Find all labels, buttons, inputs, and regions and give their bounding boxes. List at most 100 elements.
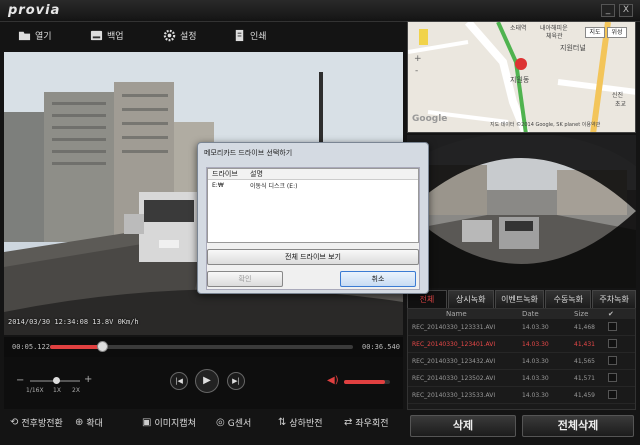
- table-row[interactable]: REC_20140330_123502.AVI 14.03.30 41,571: [408, 370, 635, 387]
- google-logo: Google: [412, 114, 448, 124]
- flip-label: 상하반전: [289, 419, 323, 429]
- rear-camera-image: [407, 135, 636, 288]
- zoom-icon: ⊕: [75, 417, 84, 428]
- drive-list: 드라이브 설명 E:₩ 이동식 디스크 (E:): [207, 168, 419, 243]
- video-timestamp: 2014/03/30 12:34:08 13.8V 0Km/h: [8, 318, 139, 326]
- capture-label: 이미지캡쳐: [154, 419, 196, 429]
- file-name: REC_20140330_123502.AVI: [412, 374, 496, 382]
- map-label: 체육관: [546, 33, 563, 40]
- col-description[interactable]: 설명: [250, 169, 263, 179]
- table-row[interactable]: REC_20140330_123432.AVI 14.03.30 41,565: [408, 353, 635, 370]
- prev-button[interactable]: |◀: [170, 372, 188, 390]
- zoom-button[interactable]: ⊕ 확대: [75, 416, 103, 429]
- rear-front-label: 전후방전환: [21, 419, 63, 429]
- col-size[interactable]: Size: [558, 310, 608, 318]
- row-checkbox[interactable]: [608, 389, 617, 399]
- backup-label: 백업: [107, 32, 124, 42]
- map-label: 초교: [615, 101, 627, 108]
- drive-row[interactable]: E:₩ 이동식 디스크 (E:): [208, 180, 418, 191]
- col-date[interactable]: Date: [508, 310, 558, 318]
- row-checkbox[interactable]: [608, 372, 617, 382]
- dialog-title: 메모리카드 드라이브 선택하기: [204, 149, 293, 157]
- zoom-label: 확대: [86, 419, 103, 429]
- seek-progress: [50, 345, 102, 349]
- settings-button[interactable]: 설정: [163, 29, 197, 42]
- volume-icon[interactable]: ◀): [327, 375, 339, 386]
- next-button[interactable]: ▶|: [227, 372, 245, 390]
- volume-level: [344, 380, 386, 384]
- file-size: 41,431: [574, 340, 595, 348]
- print-button[interactable]: 인쇄: [233, 29, 267, 42]
- toolbar: [0, 22, 405, 50]
- drive-list-header: 드라이브 설명: [208, 169, 418, 180]
- file-name: REC_20140330_123331.AVI: [412, 323, 496, 331]
- print-icon: [235, 29, 244, 42]
- cancel-button[interactable]: 취소: [340, 271, 416, 287]
- row-checkbox[interactable]: [608, 338, 617, 348]
- horizontal-flip-button[interactable]: ⇄ 좌우회전: [344, 416, 389, 429]
- file-date: 14.03.30: [522, 357, 549, 365]
- file-date: 14.03.30: [522, 340, 549, 348]
- tab-event[interactable]: 이벤트녹화: [494, 290, 545, 308]
- open-button[interactable]: 열기: [18, 29, 52, 42]
- delete-button[interactable]: 삭제: [410, 415, 516, 437]
- speed-thumb[interactable]: [53, 377, 60, 384]
- table-row[interactable]: REC_20140330_123533.AVI 14.03.30 41,459: [408, 387, 635, 404]
- file-size: 41,571: [574, 374, 595, 382]
- gsensor-button[interactable]: ◎ G센서: [216, 416, 251, 429]
- rotate-label: 좌우회전: [355, 419, 389, 429]
- backup-button[interactable]: 백업: [90, 29, 124, 42]
- speed-label-2x: 2X: [72, 387, 80, 394]
- rear-front-switch-button[interactable]: ⟲ 전후방전환: [10, 416, 63, 429]
- file-date: 14.03.30: [522, 374, 549, 382]
- speed-down-icon[interactable]: −: [16, 375, 24, 386]
- tab-parking[interactable]: 주차녹화: [592, 290, 637, 308]
- map-copyright: 지도 데이터 ©2014 Google, SK planet 이용약관: [490, 122, 601, 128]
- seek-thumb[interactable]: [96, 341, 108, 352]
- ok-button[interactable]: 확인: [207, 271, 283, 287]
- gear-icon: [163, 29, 176, 42]
- tab-continuous[interactable]: 상시녹화: [447, 290, 494, 308]
- rear-video-view[interactable]: [407, 135, 636, 288]
- dialog-body: 드라이브 설명 E:₩ 이동식 디스크 (E:) 전체 드라이브 보기 확인 취…: [206, 167, 420, 290]
- file-name: REC_20140330_123432.AVI: [412, 357, 496, 365]
- delete-all-button[interactable]: 전체삭제: [522, 415, 634, 437]
- map-type-button[interactable]: 지도: [585, 27, 605, 38]
- map-zoom-out[interactable]: -: [415, 66, 418, 76]
- flip-horizontal-icon: ⇄: [344, 417, 353, 428]
- speed-up-icon[interactable]: +: [84, 374, 92, 385]
- row-checkbox[interactable]: [608, 355, 617, 365]
- print-label: 인쇄: [250, 32, 267, 42]
- total-time: 00:36.540: [362, 343, 400, 351]
- check-all-icon[interactable]: ✔: [608, 310, 628, 318]
- map-zoom-in[interactable]: +: [414, 54, 422, 64]
- map-label: 지원동: [510, 76, 530, 84]
- close-button[interactable]: X: [619, 4, 633, 17]
- file-size: 41,468: [574, 323, 595, 331]
- play-button[interactable]: ▶: [195, 369, 219, 393]
- current-time: 00:05.122: [12, 343, 50, 351]
- app-logo: provia: [8, 3, 61, 18]
- map-label: 신진: [612, 92, 624, 99]
- switch-icon: ⟲: [10, 417, 19, 428]
- camera-icon: ▣: [142, 417, 152, 428]
- folder-icon: [18, 31, 31, 41]
- vertical-flip-button[interactable]: ⇅ 상하반전: [278, 416, 323, 429]
- drive-icon: [90, 30, 103, 41]
- col-name[interactable]: Name: [408, 310, 508, 318]
- minimize-button[interactable]: _: [601, 4, 615, 17]
- satellite-type-button[interactable]: 위성: [607, 27, 627, 38]
- drive-description: 이동식 디스크 (E:): [250, 183, 298, 190]
- show-all-drives-button[interactable]: 전체 드라이브 보기: [207, 249, 419, 265]
- tab-manual[interactable]: 수동녹화: [545, 290, 592, 308]
- title-bar: [0, 0, 640, 22]
- image-capture-button[interactable]: ▣ 이미지캡쳐: [142, 416, 196, 429]
- gsensor-label: G센서: [227, 419, 252, 429]
- table-row[interactable]: REC_20140330_123331.AVI 14.03.30 41,468: [408, 319, 635, 336]
- col-drive[interactable]: 드라이브: [208, 169, 250, 179]
- file-name: REC_20140330_123401.AVI: [412, 340, 496, 348]
- table-row[interactable]: REC_20140330_123401.AVI 14.03.30 41,431: [408, 336, 635, 353]
- map-label: 소태역: [510, 25, 527, 32]
- app-window: provia _ X 열기 백업 설정 인쇄 2014/03/30 12:34:…: [0, 0, 640, 445]
- row-checkbox[interactable]: [608, 321, 617, 331]
